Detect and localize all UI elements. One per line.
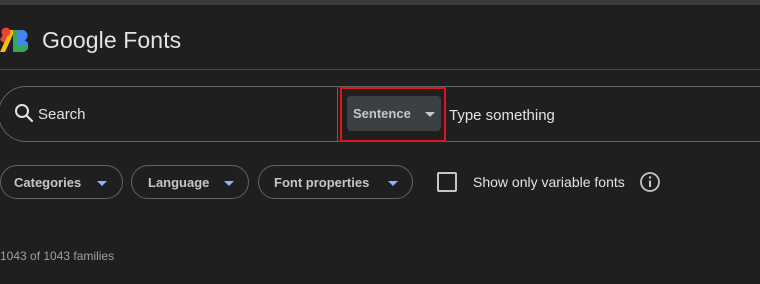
chevron-down-icon	[224, 181, 234, 186]
chip-label: Font properties	[274, 175, 370, 190]
filter-chip-categories[interactable]: Categories	[0, 165, 123, 199]
filter-chip-language[interactable]: Language	[131, 165, 249, 199]
chip-label: Categories	[14, 175, 82, 190]
chip-label: Language	[148, 175, 210, 190]
chevron-down-icon	[388, 181, 398, 186]
search-icon	[15, 104, 34, 123]
header: Google Fonts	[0, 5, 760, 69]
header-divider	[0, 69, 760, 70]
preview-mode-label: Sentence	[353, 106, 411, 121]
search-divider	[337, 87, 338, 141]
preview-mode-dropdown[interactable]: Sentence	[347, 96, 441, 131]
family-count: 1043 of 1043 families	[0, 249, 115, 263]
filter-chip-font-properties[interactable]: Font properties	[258, 165, 413, 199]
info-icon[interactable]	[639, 171, 661, 193]
chevron-down-icon	[97, 181, 107, 186]
preview-text-input[interactable]	[449, 104, 739, 126]
variable-fonts-checkbox[interactable]	[437, 172, 457, 192]
google-fonts-logo-icon[interactable]	[0, 26, 28, 52]
brand-name[interactable]: Google Fonts	[42, 27, 181, 54]
chevron-down-icon	[425, 112, 435, 117]
variable-fonts-label[interactable]: Show only variable fonts	[473, 174, 625, 190]
search-input[interactable]: Search	[38, 106, 86, 123]
